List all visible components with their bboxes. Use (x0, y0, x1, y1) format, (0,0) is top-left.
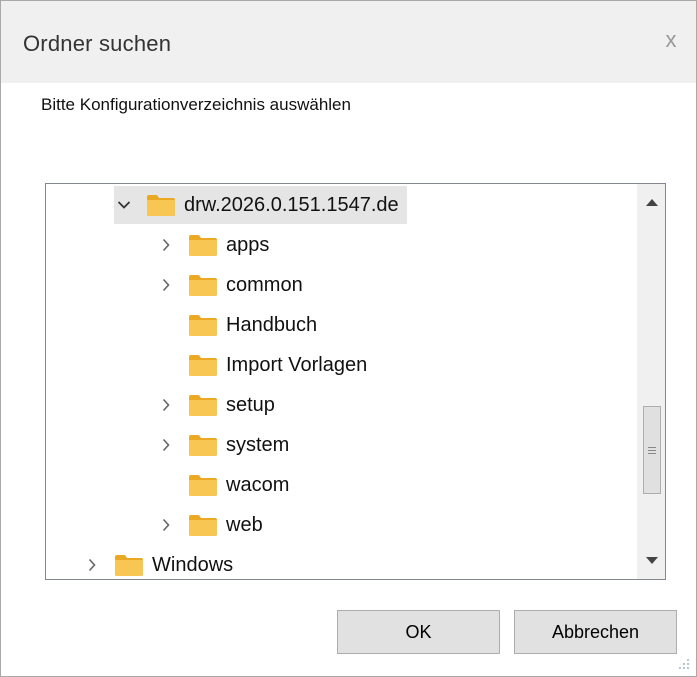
tree-item[interactable]: apps (156, 226, 277, 264)
tree-item-inner[interactable]: wacom (156, 466, 297, 504)
tree-item[interactable]: setup (156, 386, 283, 424)
tree-item-inner[interactable]: apps (156, 226, 277, 264)
scroll-up-button[interactable] (638, 188, 665, 216)
tree-item[interactable]: wacom (156, 466, 297, 504)
tree-item-label: wacom (226, 474, 290, 496)
folder-icon (189, 315, 217, 336)
tree-item[interactable]: Handbuch (156, 306, 325, 344)
close-icon: x (665, 27, 677, 52)
chevron-right-icon[interactable] (82, 546, 102, 579)
browse-folder-dialog: Ordner suchen x Bitte Konfigurationverze… (0, 0, 697, 677)
grip-icon (648, 446, 656, 454)
tree-item[interactable]: Import Vorlagen (156, 346, 375, 384)
tree-item-inner[interactable]: common (156, 266, 311, 304)
tree-item-label: common (226, 274, 303, 296)
tree-item[interactable]: Windows (82, 546, 241, 579)
folder-icon (189, 235, 217, 256)
folder-icon (189, 275, 217, 296)
folder-icon (189, 435, 217, 456)
chevron-right-icon[interactable] (156, 266, 176, 304)
tree-item[interactable]: web (156, 506, 271, 544)
chevron-down-icon[interactable] (114, 186, 134, 224)
tree-item-label: setup (226, 394, 275, 416)
tree-item-label: Handbuch (226, 314, 318, 336)
tree-item-label: apps (226, 234, 270, 256)
resize-grip-icon[interactable] (676, 656, 690, 670)
chevron-right-icon[interactable] (156, 506, 176, 544)
tree-item-label: drw.2026.0.151.1547.de (184, 194, 399, 216)
tree-item[interactable]: system (156, 426, 297, 464)
chevron-right-icon[interactable] (156, 426, 176, 464)
vertical-scrollbar[interactable] (637, 184, 665, 579)
tree-item-label: system (226, 434, 290, 456)
chevron-right-icon[interactable] (156, 386, 176, 424)
tree-item-label: Windows (152, 554, 234, 576)
folder-icon (115, 555, 143, 576)
tree-item-inner[interactable]: Handbuch (156, 306, 325, 344)
tree-item-inner[interactable]: setup (156, 386, 283, 424)
ok-button[interactable]: OK (337, 610, 500, 654)
close-button[interactable]: x (656, 25, 686, 55)
folder-icon (189, 395, 217, 416)
folder-tree[interactable]: drw.2026.0.151.1547.de apps common Handbuch… (45, 183, 666, 580)
dialog-title: Ordner suchen (23, 31, 172, 56)
folder-icon (189, 475, 217, 496)
tree-item-label: Import Vorlagen (226, 354, 368, 376)
cancel-button[interactable]: Abbrechen (514, 610, 677, 654)
scroll-up-arrow-icon (646, 199, 658, 206)
tree-item-inner[interactable]: Import Vorlagen (156, 346, 375, 384)
tree-item-inner[interactable]: drw.2026.0.151.1547.de (114, 186, 407, 224)
tree-item[interactable]: common (156, 266, 311, 304)
scroll-down-button[interactable] (638, 547, 665, 575)
scroll-down-arrow-icon (646, 557, 658, 564)
dialog-prompt: Bitte Konfigurationverzeichnis auswählen (41, 95, 351, 114)
scroll-thumb[interactable] (643, 406, 661, 494)
chevron-right-icon[interactable] (156, 226, 176, 264)
tree-item[interactable]: drw.2026.0.151.1547.de (114, 186, 407, 224)
tree-item-inner[interactable]: Windows (82, 546, 241, 579)
tree-item-inner[interactable]: web (156, 506, 271, 544)
folder-icon (147, 195, 175, 216)
folder-icon (189, 515, 217, 536)
folder-icon (189, 355, 217, 376)
tree-item-inner[interactable]: system (156, 426, 297, 464)
tree-item-label: web (226, 514, 263, 536)
title-bar[interactable]: Ordner suchen x (1, 1, 696, 83)
